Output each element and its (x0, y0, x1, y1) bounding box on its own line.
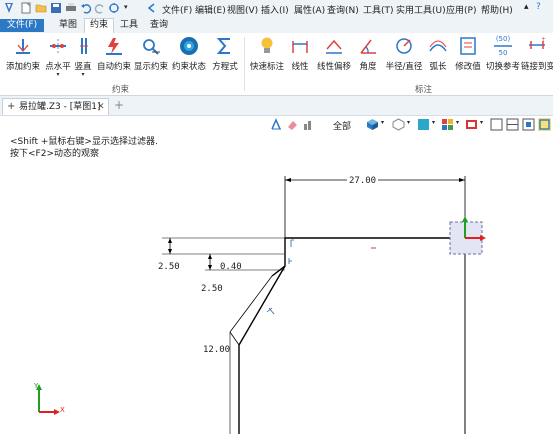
modify-value-button[interactable]: 修改值 (453, 35, 483, 72)
menu-tools[interactable]: 工具(T) (363, 3, 394, 16)
linear-offset-button[interactable]: 线性偏移 (316, 35, 352, 72)
sketch-drawing (36, 176, 486, 434)
back-arrow-icon[interactable] (146, 2, 158, 14)
vertical-button[interactable]: 竖直 ▾ (73, 35, 93, 78)
new-tab-button[interactable]: + (114, 98, 124, 112)
dimension-27[interactable]: 27.00 (347, 176, 379, 186)
parallel-constraint-icon[interactable] (266, 307, 275, 315)
tab-tools[interactable]: 工具 (115, 19, 143, 32)
arc-length-icon (429, 40, 447, 52)
angle-icon (360, 39, 376, 54)
link-variable-icon: + (529, 36, 546, 49)
point-horizontal-dropdown-icon[interactable]: ▾ (43, 71, 73, 78)
dim-27-arrow-left (285, 178, 291, 182)
linear-offset-icon (326, 39, 342, 54)
link-to-variable-button[interactable]: + 链接到变 (521, 35, 553, 72)
help-icon[interactable]: ? (536, 2, 541, 12)
menu-help[interactable]: 帮助(H) (481, 3, 513, 16)
print-icon[interactable] (65, 2, 77, 14)
ribbon-minimize-icon[interactable]: ▴ (524, 2, 529, 12)
tab-sketch[interactable]: 草图 (54, 19, 82, 32)
close-tab-icon[interactable]: ✕ (97, 99, 105, 115)
lightbulb-icon (261, 37, 273, 53)
radius-diameter-button[interactable]: 半径/直径 (384, 35, 424, 72)
document-tab-bar: + 易拉罐.Z3 - [草图1] ✕ + (0, 96, 553, 116)
radius-icon (396, 38, 412, 54)
group-label-dimension: 标注 (415, 85, 433, 95)
constraint-status-icon (180, 37, 198, 55)
dimension-2-50-slant[interactable]: 2.50 (201, 284, 223, 294)
select-mode-icon[interactable] (108, 2, 120, 14)
origin-x-arrowhead (480, 235, 486, 241)
save-icon[interactable] (50, 2, 62, 14)
dimension-2-50-top[interactable]: 2.50 (158, 262, 180, 272)
menu-apps[interactable]: 应用(P) (446, 3, 476, 16)
group-separator (244, 37, 245, 91)
document-tab-title: 易拉罐.Z3 - [草图1] (19, 102, 101, 112)
auto-constraint-icon (106, 38, 122, 55)
modify-value-icon (460, 37, 476, 55)
equation-sigma-icon (216, 38, 230, 54)
dim-27-arrow-right (459, 178, 465, 182)
quick-access-dropdown-icon[interactable]: ▾ (124, 3, 128, 11)
point-horizontal-button[interactable]: 点水平 ▾ (43, 35, 73, 78)
redo-icon[interactable] (94, 2, 106, 14)
dim-slant-ext (229, 331, 240, 346)
add-constraint-icon (16, 39, 30, 54)
dimension-0-40[interactable]: 0.40 (220, 262, 242, 272)
menu-query[interactable]: 查询(N) (327, 3, 359, 16)
menu-edit[interactable]: 编辑(E) (195, 3, 226, 16)
new-file-icon[interactable] (20, 2, 32, 14)
auto-constraint-button[interactable]: 自动约束 (97, 35, 131, 72)
profile-top[interactable] (271, 237, 465, 277)
menu-utilities[interactable]: 实用工具(U) (396, 3, 446, 16)
toggle-reference-button[interactable]: (50) 50 切换参考 (485, 35, 521, 72)
show-constraints-button[interactable]: 显示约束 (134, 35, 168, 72)
ribbon-tab-row: 文件(F) 草图 约束 工具 查询 (0, 18, 553, 34)
pin-icon[interactable]: + (7, 99, 15, 115)
show-constraints-icon (143, 39, 160, 55)
tab-file[interactable]: 文件(F) (0, 19, 44, 32)
menu-file[interactable]: 文件(F) (162, 3, 192, 16)
app-logo-icon (5, 3, 13, 13)
vertical-constraint-icon (80, 38, 88, 54)
tab-query[interactable]: 查询 (145, 19, 173, 32)
constraint-status-button[interactable]: 约束状态 (172, 35, 206, 72)
linear-dimension-button[interactable]: 线性 (288, 35, 312, 72)
triad-y-label: Y (34, 382, 39, 390)
ribbon-panel: 添加约束 点水平 ▾ 竖直 ▾ 自动约束 显示约束 约束状态 方程式 约束 快速… (0, 33, 553, 96)
point-horizontal-icon (50, 39, 66, 53)
vertical-constraint-marker-icon[interactable] (288, 258, 292, 264)
sketch-canvas[interactable]: 全部 ▾ ▾ ▾ ▾ ▾ <Shift +鼠标右键>显示选择过滤器. 按下<F2… (0, 116, 553, 434)
linear-dimension-icon (292, 41, 308, 53)
svg-text:+: + (541, 36, 546, 43)
open-folder-icon[interactable] (35, 2, 47, 14)
dimension-12[interactable]: 12.00 (203, 345, 230, 355)
angle-dimension-button[interactable]: 角度 (356, 35, 380, 72)
title-menu-bar: ▾ 文件(F) 编辑(E) 视图(V) 插入(I) 属性(A) 查询(N) 工具… (0, 0, 553, 19)
reference-badge-top: (50) (495, 35, 511, 43)
menu-insert[interactable]: 插入(I) (261, 3, 289, 16)
profile-slant[interactable] (238, 265, 286, 346)
menu-view[interactable]: 视图(V) (227, 3, 258, 16)
add-constraint-button[interactable]: 添加约束 (6, 35, 40, 72)
quick-dimension-button[interactable]: 快速标注 (250, 35, 284, 72)
triad-x-label: X (60, 406, 65, 414)
arc-length-button[interactable]: 弧长 (427, 35, 449, 72)
perpendicular-constraint-icon[interactable] (290, 239, 294, 247)
tab-constraint[interactable]: 约束 (84, 18, 114, 34)
vertical-dropdown-icon[interactable]: ▾ (73, 71, 93, 78)
origin-y-arrowhead (462, 216, 468, 222)
equation-button[interactable]: 方程式 (210, 35, 240, 72)
undo-icon[interactable] (80, 2, 92, 14)
reference-badge-bottom: 50 (498, 49, 508, 57)
document-tab[interactable]: + 易拉罐.Z3 - [草图1] ✕ (2, 98, 109, 115)
menu-attribute[interactable]: 属性(A) (294, 3, 325, 16)
group-label-constraint: 约束 (112, 85, 130, 95)
